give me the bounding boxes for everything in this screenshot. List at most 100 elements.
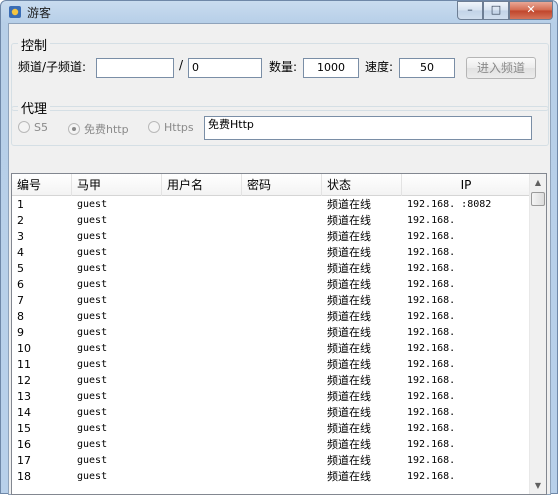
table-row[interactable]: 17 guest 频道在线 192.168. — [12, 453, 531, 469]
cell-ip: 192.168. — [407, 343, 456, 354]
table-row[interactable]: 2 guest 频道在线 192.168. — [12, 213, 531, 229]
table-row[interactable]: 3 guest 频道在线 192.168. — [12, 229, 531, 245]
table-row[interactable]: 15 guest 频道在线 192.168. — [12, 421, 531, 437]
cell-number: 4 — [17, 246, 24, 259]
cell-username — [162, 325, 242, 341]
cell-status: 频道在线 — [327, 454, 371, 467]
cell-username — [162, 213, 242, 229]
cell-password — [242, 341, 322, 357]
proxy-radio-s5[interactable]: S5 — [18, 121, 48, 135]
cell-username — [162, 309, 242, 325]
cell-status: 频道在线 — [327, 310, 371, 323]
radio-circle-icon — [18, 121, 30, 133]
control-group-label: 控制 — [18, 35, 51, 54]
table-row[interactable]: 10 guest 频道在线 192.168. — [12, 341, 531, 357]
cell-nickname: guest — [77, 407, 108, 418]
column-header[interactable]: 马甲 — [72, 174, 162, 196]
cell-password — [242, 357, 322, 373]
cell-ip: 192.168. — [407, 359, 456, 370]
proxy-radio-http[interactable]: 免费http — [68, 121, 129, 136]
subchannel-input[interactable]: 0 — [188, 58, 262, 78]
cell-number: 11 — [17, 358, 31, 371]
cell-ip: 192.168. — [407, 247, 456, 258]
cell-status: 频道在线 — [327, 358, 371, 371]
channel-input[interactable] — [96, 58, 174, 78]
app-window: 游客 – □ ✕ 控制 频道/子频道: / 0 数量: 1000 速度: 50 … — [0, 0, 558, 495]
scroll-down-icon[interactable]: ▼ — [530, 477, 546, 494]
cell-status: 频道在线 — [327, 438, 371, 451]
scroll-up-icon[interactable]: ▲ — [530, 174, 546, 191]
client-area: 控制 频道/子频道: / 0 数量: 1000 速度: 50 进入频道 代理 S… — [8, 23, 551, 495]
speed-input[interactable]: 50 — [399, 58, 455, 78]
table-row[interactable]: 13 guest 频道在线 192.168. — [12, 389, 531, 405]
cell-ip: 192.168. — [407, 471, 456, 482]
column-header[interactable]: 用户名 — [162, 174, 242, 196]
cell-nickname: guest — [77, 343, 108, 354]
table-row[interactable]: 6 guest 频道在线 192.168. — [12, 277, 531, 293]
enter-channel-button[interactable]: 进入频道 — [466, 57, 536, 79]
cell-ip: 192.168. — [407, 215, 456, 226]
cell-number: 1 — [17, 198, 24, 211]
table-row[interactable]: 1 guest 频道在线 192.168. :8082 — [12, 197, 531, 213]
cell-status: 频道在线 — [327, 294, 371, 307]
cell-password — [242, 421, 322, 437]
scroll-thumb[interactable] — [531, 192, 545, 206]
channel-separator: / — [179, 58, 184, 72]
cell-nickname: guest — [77, 375, 108, 386]
proxy-option-label: S5 — [34, 121, 48, 134]
cell-number: 16 — [17, 438, 31, 451]
proxy-group: 代理 S5 免费http Https 免费Http — [11, 98, 549, 146]
close-button[interactable]: ✕ — [509, 1, 553, 20]
table-row[interactable]: 11 guest 频道在线 192.168. — [12, 357, 531, 373]
table-row[interactable]: 16 guest 频道在线 192.168. — [12, 437, 531, 453]
cell-number: 13 — [17, 390, 31, 403]
table-row[interactable]: 18 guest 频道在线 192.168. — [12, 469, 531, 485]
cell-username — [162, 229, 242, 245]
cell-password — [242, 453, 322, 469]
table-row[interactable]: 4 guest 频道在线 192.168. — [12, 245, 531, 261]
table-row[interactable]: 14 guest 频道在线 192.168. — [12, 405, 531, 421]
table-row[interactable]: 8 guest 频道在线 192.168. — [12, 309, 531, 325]
quantity-input[interactable]: 1000 — [303, 58, 359, 78]
cell-nickname: guest — [77, 471, 108, 482]
column-header[interactable]: IP — [402, 174, 531, 196]
cell-nickname: guest — [77, 295, 108, 306]
cell-username — [162, 277, 242, 293]
cell-status: 频道在线 — [327, 278, 371, 291]
cell-ip: 192.168. — [407, 455, 456, 466]
cell-password — [242, 469, 322, 485]
cell-username — [162, 357, 242, 373]
cell-status: 频道在线 — [327, 198, 371, 211]
cell-status: 频道在线 — [327, 390, 371, 403]
cell-status: 频道在线 — [327, 406, 371, 419]
column-header[interactable]: 状态 — [322, 174, 402, 196]
radio-circle-icon — [148, 121, 160, 133]
proxy-radio-https[interactable]: Https — [148, 121, 194, 135]
cell-password — [242, 405, 322, 421]
proxy-option-label: Https — [164, 121, 194, 134]
cell-nickname: guest — [77, 199, 108, 210]
title-bar[interactable]: 游客 – □ ✕ — [1, 1, 557, 23]
cell-nickname: guest — [77, 423, 108, 434]
cell-ip: 192.168. — [407, 391, 456, 402]
window-title: 游客 — [27, 6, 52, 20]
table-row[interactable]: 5 guest 频道在线 192.168. — [12, 261, 531, 277]
cell-username — [162, 373, 242, 389]
maximize-button[interactable]: □ — [483, 1, 509, 20]
table-row[interactable]: 7 guest 频道在线 192.168. — [12, 293, 531, 309]
guest-list-table[interactable]: 编号 马甲 用户名 密码 状态 IP 1 guest 频道在线 192.168. :8… — [11, 173, 547, 495]
cell-status: 频道在线 — [327, 230, 371, 243]
table-row[interactable]: 9 guest 频道在线 192.168. — [12, 325, 531, 341]
cell-username — [162, 421, 242, 437]
app-icon — [9, 6, 21, 18]
cell-status: 频道在线 — [327, 374, 371, 387]
table-row[interactable]: 12 guest 频道在线 192.168. — [12, 373, 531, 389]
proxy-text-field[interactable]: 免费Http — [204, 116, 532, 140]
minimize-button[interactable]: – — [457, 1, 483, 20]
cell-password — [242, 309, 322, 325]
column-header[interactable]: 密码 — [242, 174, 322, 196]
column-header[interactable]: 编号 — [12, 174, 72, 196]
vertical-scrollbar[interactable]: ▲ ▼ — [529, 174, 546, 494]
cell-number: 9 — [17, 326, 24, 339]
cell-username — [162, 437, 242, 453]
